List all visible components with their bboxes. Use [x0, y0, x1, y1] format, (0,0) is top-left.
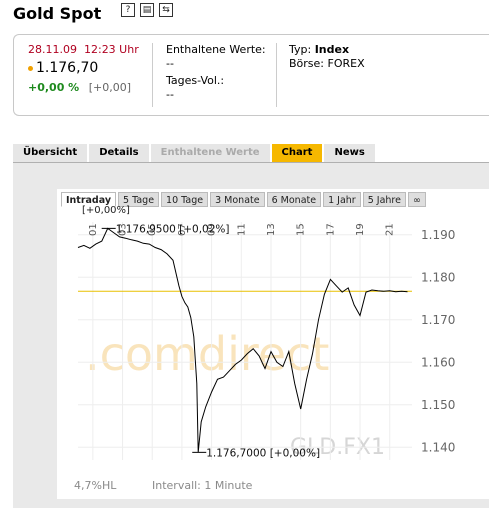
range-1-jahr[interactable]: 1 Jahr	[323, 192, 361, 207]
bullet-icon	[28, 65, 33, 71]
exchange-value: FOREX	[327, 57, 365, 70]
tab-news[interactable]: News	[324, 144, 375, 162]
quote-meta: Typ: Index Börse: FOREX	[289, 43, 365, 71]
range-5-jahre[interactable]: 5 Jahre	[362, 192, 406, 207]
range-5-tage[interactable]: 5 Tage	[118, 192, 160, 207]
exchange-label: Börse:	[289, 57, 325, 70]
range-3-monate[interactable]: 3 Monate	[210, 192, 265, 207]
range-6-monate[interactable]: 6 Monate	[266, 192, 322, 207]
tab-chart[interactable]: Chart	[271, 144, 323, 162]
type-label: Typ:	[289, 43, 312, 56]
switch-icon[interactable]: ⇆	[159, 3, 173, 17]
tab-uebersicht[interactable]: Übersicht	[13, 144, 88, 162]
change-percent: +0,00 %	[28, 81, 80, 94]
divider	[152, 43, 153, 107]
divider	[276, 43, 277, 107]
quote-main: 28.11.09 12:23 Uhr 1.176,70 +0,00 % [+0,…	[28, 43, 139, 95]
tab-details[interactable]: Details	[89, 144, 149, 162]
tab-bar: Übersicht Details Enthaltene Werte Chart…	[13, 144, 375, 162]
quote-box: 28.11.09 12:23 Uhr 1.176,70 +0,00 % [+0,…	[13, 34, 489, 116]
quote-time: 12:23 Uhr	[83, 43, 139, 56]
type-value: Index	[314, 43, 350, 56]
volume-value: --	[166, 88, 174, 101]
help-icon[interactable]: ?	[121, 3, 135, 17]
footer-range-info: 4,7%HL	[74, 479, 117, 492]
print-icon[interactable]: ▤	[140, 3, 154, 17]
chart-panel	[13, 163, 489, 508]
quote-date: 28.11.09	[28, 43, 77, 56]
range-all[interactable]: ∞	[407, 192, 426, 207]
volume-label: Tages-Vol.:	[166, 74, 225, 87]
range-selector: Intraday 5 Tage 10 Tage 3 Monate 6 Monat…	[61, 192, 426, 207]
page-title: Gold Spot	[13, 4, 102, 23]
range-intraday[interactable]: Intraday	[61, 192, 117, 207]
quote-price: 1.176,70	[36, 60, 99, 76]
change-absolute: [+0,00]	[88, 81, 132, 94]
contained-value: --	[166, 57, 174, 70]
tab-enthaltene-werte: Enthaltene Werte	[150, 144, 270, 162]
quote-details: Enthaltene Werte: -- Tages-Vol.: --	[166, 43, 266, 102]
contained-label: Enthaltene Werte:	[166, 43, 266, 56]
header-toolbar: ? ▤ ⇆	[121, 3, 173, 17]
range-10-tage[interactable]: 10 Tage	[161, 192, 209, 207]
footer-interval: Intervall: 1 Minute	[152, 479, 253, 492]
chart-area	[57, 189, 489, 499]
